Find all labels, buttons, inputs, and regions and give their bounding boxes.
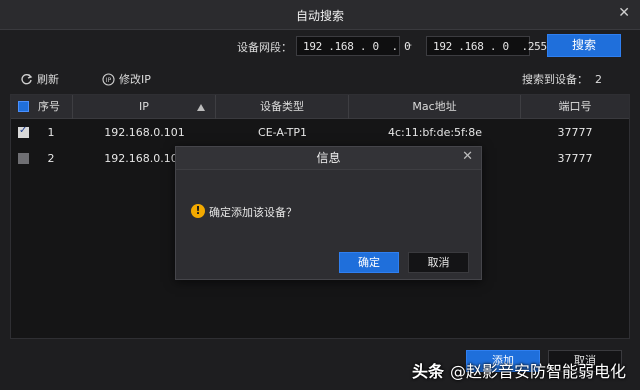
row-checkbox[interactable] bbox=[18, 153, 29, 164]
row-type: CE-A-TP1 bbox=[258, 126, 307, 139]
column-header-mac[interactable]: Mac地址 bbox=[349, 95, 521, 119]
column-header-type[interactable]: 设备类型 bbox=[216, 95, 349, 119]
row-ip: 192.168.0.101 bbox=[104, 126, 185, 139]
refresh-label: 刷新 bbox=[37, 73, 59, 86]
watermark-text: @赵影音安防智能弱电化 bbox=[450, 362, 627, 381]
dialog-close-icon[interactable]: ✕ bbox=[462, 149, 473, 164]
ip-start-field[interactable]: 192 .168 . 0 . 0 bbox=[296, 36, 411, 56]
row-port: 37777 bbox=[557, 152, 593, 165]
range-dash: - bbox=[408, 38, 412, 51]
found-label: 搜索到设备： bbox=[522, 73, 588, 86]
column-header-ip[interactable]: IP bbox=[73, 95, 216, 119]
modify-ip-label: 修改IP bbox=[119, 73, 151, 86]
sort-asc-icon bbox=[197, 104, 205, 111]
confirm-dialog: 信息 ✕ ! 确定添加该设备？ 确定 取消 bbox=[175, 146, 482, 280]
column-header-port[interactable]: 端口号 bbox=[521, 95, 629, 119]
column-header-ip-label: IP bbox=[139, 100, 149, 113]
row-index: 1 bbox=[47, 126, 55, 139]
refresh-icon bbox=[20, 73, 33, 86]
row-index: 2 bbox=[47, 152, 55, 165]
found-count: 搜索到设备： 2 bbox=[522, 71, 602, 87]
watermark-brand: 头条 bbox=[412, 362, 445, 381]
dialog-message: 确定添加该设备？ bbox=[209, 206, 297, 219]
select-all-checkbox[interactable] bbox=[18, 101, 29, 112]
close-icon[interactable]: ✕ bbox=[618, 5, 630, 21]
ip-icon: IP bbox=[102, 72, 115, 86]
modify-ip-button[interactable]: IP 修改IP bbox=[102, 71, 151, 87]
header-select-cell: 序号 bbox=[11, 95, 73, 119]
dialog-cancel-button[interactable]: 取消 bbox=[408, 252, 469, 273]
refresh-button[interactable]: 刷新 bbox=[20, 71, 59, 87]
row-checkbox[interactable] bbox=[18, 125, 29, 138]
svg-text:IP: IP bbox=[106, 77, 112, 84]
table-row[interactable]: 1 192.168.0.101 CE-A-TP1 4c:11:bf:de:5f:… bbox=[11, 120, 629, 146]
watermark: 头条 @赵影音安防智能弱电化 bbox=[412, 358, 626, 382]
table-header: 序号 IP 设备类型 Mac地址 端口号 bbox=[11, 95, 629, 119]
row-port: 37777 bbox=[557, 126, 593, 139]
warning-icon: ! bbox=[191, 204, 205, 218]
dialog-ok-button[interactable]: 确定 bbox=[339, 252, 399, 273]
ip-end-field[interactable]: 192 .168 . 0 .255 bbox=[426, 36, 547, 56]
column-header-index: 序号 bbox=[38, 100, 60, 113]
search-button[interactable]: 搜索 bbox=[547, 34, 621, 57]
window-title: 自动搜索 bbox=[295, 9, 344, 23]
row-mac: 4c:11:bf:de:5f:8e bbox=[387, 126, 483, 139]
segment-label: 设备网段： bbox=[237, 41, 292, 54]
found-value: 2 bbox=[595, 73, 602, 86]
dialog-title: 信息 bbox=[176, 147, 481, 170]
title-bar: 自动搜索 ✕ bbox=[0, 0, 640, 30]
